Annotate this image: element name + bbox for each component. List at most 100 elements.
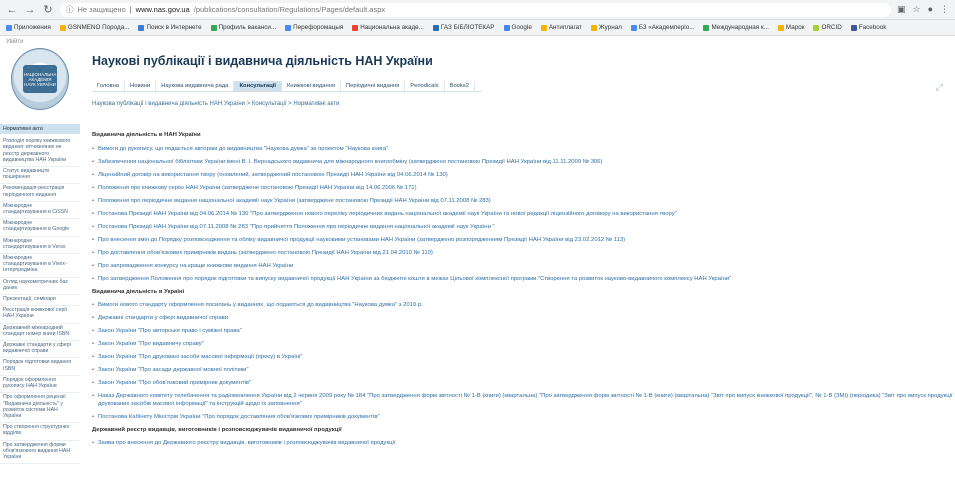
document-link-text[interactable]: Про запровадження конкурсу на краще книж…	[98, 263, 293, 271]
sidebar-item[interactable]: Рекомендація-реєстрація періодичного вид…	[0, 184, 80, 202]
document-link[interactable]: • Державні стандарти у сфері видавничої с…	[92, 315, 955, 323]
document-link-text[interactable]: Положення про періодичне видання націона…	[98, 198, 491, 206]
document-link-text[interactable]: Заява про внесення до Державного реєстру…	[98, 440, 395, 448]
info-icon[interactable]: ⓘ	[66, 4, 74, 15]
sidebar-item[interactable]: Державний міжнародний стандарт номер кни…	[0, 324, 80, 342]
document-link[interactable]: • Постанова Кабінету Міністрів України "П…	[92, 414, 955, 422]
forward-icon[interactable]: →	[24, 4, 36, 16]
sidebar-item[interactable]: Міжнародне стандартизування в CiSSN	[0, 202, 80, 220]
document-link[interactable]: • Забезпечення національної бібліотеки Ук…	[92, 159, 955, 167]
document-link[interactable]: • Положення про періодичне видання націон…	[92, 198, 955, 206]
sidebar-item[interactable]: Реєстрація книжкової серії НАН України	[0, 306, 80, 324]
document-link-text[interactable]: Закон України "Про обов'язковий примірни…	[98, 380, 251, 388]
bookmark-item[interactable]: Международная к...	[703, 24, 769, 31]
document-link[interactable]: • Про запровадження конкурсу на краще кни…	[92, 263, 955, 271]
bookmark-item[interactable]: Б3 «Академперіо...	[630, 24, 694, 31]
document-link-text[interactable]: Про доставлення обов'язкових примірників…	[98, 250, 433, 258]
sidebar-item[interactable]: Порядок підготовки видання ISBN	[0, 358, 80, 376]
sidebar-item[interactable]: Презентації, семінари	[0, 295, 80, 307]
document-link-text[interactable]: Положення про книжкову серію НАН України…	[98, 185, 417, 193]
document-link[interactable]: • Закон України "Про авторське право і су…	[92, 328, 955, 336]
bookmark-item[interactable]: Профиль ваканси...	[210, 24, 276, 31]
bookmark-icon	[503, 24, 510, 31]
document-link-text[interactable]: Закон України "Про засади державної мовн…	[98, 367, 249, 375]
bookmark-item[interactable]: Поиск в Интернете	[138, 24, 202, 31]
reload-icon[interactable]: ↻	[42, 4, 54, 16]
tab-item[interactable]: Книжкові видання	[282, 80, 342, 91]
document-link[interactable]: • Закон України "Про друковані засоби мас…	[92, 354, 955, 362]
document-link-text[interactable]: Постанова Президії НАН України від 07.11…	[98, 224, 495, 232]
sidebar-item[interactable]: Міжнародне стандартизування в Vivex-Інте…	[0, 254, 80, 278]
document-link[interactable]: • Про внесення змін до Порядку розповсюдж…	[92, 237, 955, 245]
star-icon[interactable]: ☆	[912, 4, 920, 15]
document-link[interactable]: • Постанова Президії НАН України від 04.0…	[92, 211, 955, 219]
sidebar-item[interactable]: Порядок оформлення рукопису НАН України	[0, 376, 80, 394]
tab-item[interactable]: Головна	[92, 80, 126, 91]
tab-item[interactable]: Periodicals	[405, 80, 445, 91]
document-link[interactable]: • Про доставлення обов'язкових примірникі…	[92, 250, 955, 258]
document-link[interactable]: • Про затвердження Положення про порядок …	[92, 276, 955, 284]
bookmark-item[interactable]: Журнал	[590, 24, 622, 31]
nasu-logo[interactable]: НАЦІОНАЛЬНА АКАДЕМІЯ НАУК УКРАЇНИ	[11, 48, 69, 110]
extension-icon[interactable]: ▣	[897, 4, 906, 15]
tab-item[interactable]: Наукова видавнича рада	[156, 80, 235, 91]
document-link[interactable]: • Закон України "Про засади державної мов…	[92, 367, 955, 375]
sidebar-item[interactable]: Про створення структурних відділів	[0, 423, 80, 441]
document-link[interactable]: • Положення про книжкову серію НАН Україн…	[92, 185, 955, 193]
document-link-text[interactable]: Постанова Президії НАН України від 04.06…	[98, 211, 677, 219]
tab-item[interactable]: Періодичні видання	[341, 80, 406, 91]
document-link-text[interactable]: Постанова Кабінету Міністрів України "Пр…	[98, 414, 380, 422]
tab-item[interactable]: Консультації	[234, 80, 283, 91]
url-path: /publications/consultation/Regulations/P…	[193, 5, 386, 14]
bookmark-item[interactable]: Facebook	[850, 24, 886, 31]
sidebar-item[interactable]: Огляд наукометричних баз даних	[0, 278, 80, 296]
sidebar-heading[interactable]: Нормативні акти	[0, 124, 80, 135]
bookmark-item[interactable]: ГАЗ БІБЛІОТЕКАР	[432, 24, 495, 31]
tab-item[interactable]: Новини	[125, 80, 157, 91]
document-link[interactable]: • Постанова Президії НАН України від 07.1…	[92, 224, 955, 232]
document-link-text[interactable]: Забезпечення національної бібліотеки Укр…	[98, 159, 603, 167]
bookmark-item[interactable]: ORCID	[813, 24, 842, 31]
sidebar-item[interactable]: Статус видавництв поширення	[0, 167, 80, 185]
document-link[interactable]: • Заява про внесення до Державного реєстр…	[92, 440, 955, 448]
bookmark-item[interactable]: Марок	[777, 24, 804, 31]
bookmark-label: GSNMENO Порода...	[67, 24, 130, 31]
document-link[interactable]: • Закон України "Про обов'язковий примірн…	[92, 380, 955, 388]
document-link[interactable]: • Наказ Державного комітету телебачення т…	[92, 393, 955, 408]
document-link-text[interactable]: Вимоги до рукопису, що подається авторам…	[98, 146, 388, 154]
bookmark-item[interactable]: GSNMENO Порода...	[59, 24, 130, 31]
menu-icon[interactable]: ⋮	[940, 4, 949, 15]
document-link[interactable]: • Ліцензійний договір на використання тво…	[92, 172, 955, 180]
sidebar-item[interactable]: Про затвердження форми обов'язкового вид…	[0, 441, 80, 465]
sidebar-item[interactable]: Міжнародне стандартизування в Google	[0, 219, 80, 237]
bookmark-item[interactable]: Национальна акаде...	[352, 24, 424, 31]
document-link-text[interactable]: Про внесення змін до Порядку розповсюдже…	[98, 237, 625, 245]
bookmark-icon	[540, 24, 547, 31]
document-link[interactable]: • Вимоги нового стандарту оформлення поси…	[92, 302, 955, 310]
account-icon[interactable]: ●	[928, 4, 933, 15]
sidebar-item[interactable]: Міжнародне стандартизування в Verso	[0, 237, 80, 255]
sidebar-item[interactable]: Про оформлення рецензії "Видавнича діяль…	[0, 393, 80, 424]
document-link-text[interactable]: Закон України "Про видавничу справу"	[98, 341, 204, 349]
bookmark-item[interactable]: Приложения	[6, 24, 51, 31]
sign-in-link[interactable]: Увійти	[0, 36, 955, 46]
bookmark-item[interactable]: Перефоромацыя	[285, 24, 343, 31]
document-link-text[interactable]: Наказ Державного комітету телебачення та…	[98, 393, 955, 408]
document-link-text[interactable]: Закон України "Про друковані засоби масо…	[98, 354, 303, 362]
tab-item[interactable]: Books2	[445, 80, 475, 91]
back-icon[interactable]: ←	[6, 4, 18, 16]
document-link-text[interactable]: Ліцензійний договір на використання твор…	[98, 172, 448, 180]
bookmark-item[interactable]: Антиплагат	[540, 24, 582, 31]
document-link-text[interactable]: Закон України "Про авторське право і сум…	[98, 328, 242, 336]
document-link-text[interactable]: Державні стандарти у сфері видавничої сп…	[98, 315, 228, 323]
url-field[interactable]: ⓘ Не защищено | www.nas.gov.ua/publicati…	[60, 2, 891, 17]
sidebar-item[interactable]: Розподіл поряку книжкового видання: вітч…	[0, 137, 80, 168]
expand-icon[interactable]: ⤢	[936, 82, 943, 93]
document-link-text[interactable]: Про затвердження Положення про порядок п…	[98, 276, 731, 284]
document-link-text[interactable]: Вимоги нового стандарту оформлення посил…	[98, 302, 423, 310]
document-link[interactable]: • Закон України "Про видавничу справу"	[92, 341, 955, 349]
document-link[interactable]: • Вимоги до рукопису, що подається автора…	[92, 146, 955, 154]
breadcrumb[interactable]: Наукова публікації і видавнича діяльніст…	[92, 101, 955, 107]
sidebar-item[interactable]: Державні стандарти у сфері видавничої сп…	[0, 341, 80, 359]
bookmark-item[interactable]: Google	[503, 24, 532, 31]
